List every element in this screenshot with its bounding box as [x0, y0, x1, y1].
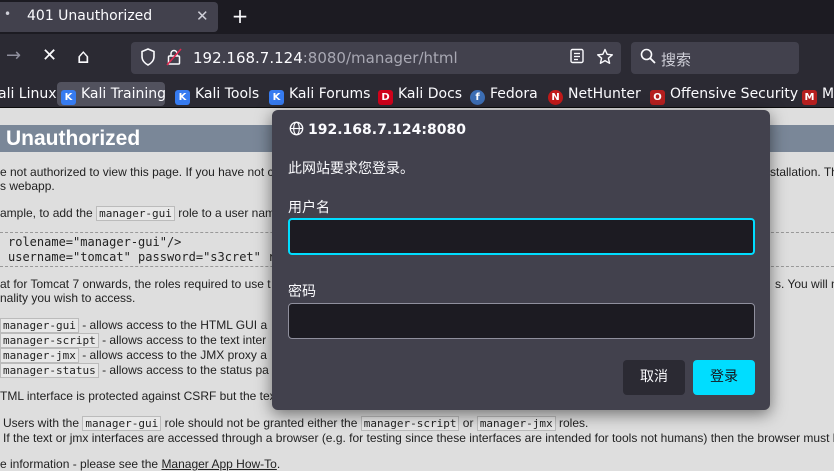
bookmark-label: Fedora	[490, 86, 538, 102]
search-placeholder: 搜索	[661, 51, 692, 69]
code-manager-gui: manager-gui	[96, 206, 175, 221]
url-path: :8080/manager/html	[302, 49, 458, 67]
bookmark-kali-forums[interactable]: K Kali Forums	[269, 82, 370, 106]
paragraph-text: e information - please see the	[0, 457, 159, 471]
bookmark-offensive-security[interactable]: O Offensive Security	[650, 82, 798, 106]
paragraph-text: TML interface is protected against CSRF …	[0, 389, 276, 403]
fedora-icon: f	[470, 90, 485, 105]
tab-strip: • 401 Unauthorized ✕ +	[0, 0, 834, 34]
password-input[interactable]	[288, 303, 755, 339]
paragraph-text: stallation. Th	[770, 165, 834, 179]
reader-view-icon[interactable]	[569, 48, 585, 68]
paragraph-text: or	[462, 416, 474, 430]
bookmark-label: ali Linux	[0, 86, 57, 102]
paragraph-text: at for Tomcat 7 onwards, the roles requi…	[0, 277, 271, 291]
globe-icon	[289, 121, 304, 140]
bookmark-label: Kali Forums	[289, 86, 371, 102]
cancel-button[interactable]: 取消	[623, 360, 685, 395]
paragraph-text: s. You will ne	[775, 277, 834, 291]
bookmarks-toolbar: ali Linux K Kali Training K Kali Tools K Ka…	[0, 80, 834, 108]
shield-icon[interactable]	[140, 48, 156, 70]
offsec-icon: O	[650, 90, 665, 105]
paragraph-text: role to a user nam	[178, 206, 275, 220]
stop-icon[interactable]: ✕	[42, 46, 57, 66]
role-text: - allows access to the status pa	[102, 363, 269, 377]
search-box[interactable]: 搜索	[631, 42, 799, 74]
tab-close-icon[interactable]: ✕	[196, 7, 209, 25]
bookmark-ms[interactable]: M MS	[802, 82, 834, 106]
role-code: manager-status	[0, 363, 99, 378]
bookmark-nethunter[interactable]: N NetHunter	[548, 82, 641, 106]
login-button[interactable]: 登录	[693, 360, 755, 395]
username-label: 用户名	[288, 200, 330, 216]
dialog-host: 192.168.7.124:8080	[289, 121, 466, 140]
role-code: manager-jmx	[0, 348, 79, 363]
search-icon	[640, 48, 656, 68]
nethunter-icon: N	[548, 90, 563, 105]
paragraph-text: e not authorized to view this page. If y…	[0, 165, 277, 179]
url-text[interactable]: 192.168.7.124:8080/manager/html	[193, 49, 458, 67]
tab-active[interactable]: • 401 Unauthorized ✕	[0, 2, 218, 32]
kali-docs-icon: D	[378, 90, 393, 105]
code-manager-gui: manager-gui	[82, 416, 162, 431]
paragraph-text: s webapp.	[0, 179, 55, 193]
password-label: 密码	[288, 284, 316, 300]
bookmark-label: MS	[822, 86, 834, 102]
kali-dragon-icon: K	[175, 90, 190, 105]
username-input[interactable]	[288, 218, 755, 255]
paragraph-text: nality you wish to access.	[0, 291, 136, 305]
bookmark-kali-docs[interactable]: D Kali Docs	[378, 82, 462, 106]
paragraph-text: .	[276, 457, 281, 471]
bookmark-label: Kali Docs	[398, 86, 463, 102]
code-manager-jmx: manager-jmx	[476, 416, 556, 431]
bookmark-kali-linux[interactable]: ali Linux	[0, 82, 57, 106]
paragraph-text: Users with the	[3, 416, 80, 430]
bookmark-star-icon[interactable]	[596, 48, 614, 70]
insecure-lock-icon[interactable]	[166, 48, 182, 70]
code-manager-script: manager-script	[360, 416, 460, 431]
url-bar[interactable]: 192.168.7.124:8080/manager/html	[131, 42, 621, 74]
manager-howto-link[interactable]: Manager App How-To	[161, 457, 276, 471]
tab-title: 401 Unauthorized	[27, 8, 153, 24]
bookmark-label: Kali Tools	[195, 86, 260, 102]
bookmark-kali-training[interactable]: K Kali Training	[57, 82, 166, 106]
bookmark-kali-tools[interactable]: K Kali Tools	[175, 82, 259, 106]
offsec-icon: M	[802, 90, 817, 105]
bookmark-label: NetHunter	[568, 86, 641, 102]
auth-dialog: 192.168.7.124:8080 此网站要求您登录。 用户名 密码 取消 登…	[272, 110, 770, 410]
role-code: manager-gui	[0, 318, 79, 333]
paragraph-text: roles.	[559, 416, 589, 430]
dialog-message: 此网站要求您登录。	[288, 161, 414, 177]
kali-dragon-icon: K	[269, 90, 284, 105]
role-text: - allows access to the text inter	[102, 333, 267, 347]
tab-loading-indicator: •	[4, 7, 12, 21]
bookmark-fedora[interactable]: f Fedora	[470, 82, 538, 106]
role-text: - allows access to the HTML GUI a	[82, 318, 268, 332]
kali-dragon-icon: K	[61, 90, 76, 105]
new-tab-button[interactable]: +	[230, 4, 250, 28]
dialog-host-text: 192.168.7.124:8080	[308, 122, 466, 138]
home-icon[interactable]: ⌂	[77, 46, 90, 66]
forward-icon[interactable]: →	[6, 46, 21, 66]
bookmark-label: Kali Training	[81, 86, 166, 102]
paragraph-text: ample, to add the	[0, 206, 93, 220]
paragraph-text: role should not be granted either the	[164, 416, 358, 430]
bookmark-label: Offensive Security	[670, 86, 799, 102]
role-text: - allows access to the JMX proxy a	[82, 348, 267, 362]
url-host: 192.168.7.124	[193, 49, 303, 67]
role-code: manager-script	[0, 333, 99, 348]
paragraph-text: If the text or jmx interfaces are access…	[3, 431, 834, 445]
